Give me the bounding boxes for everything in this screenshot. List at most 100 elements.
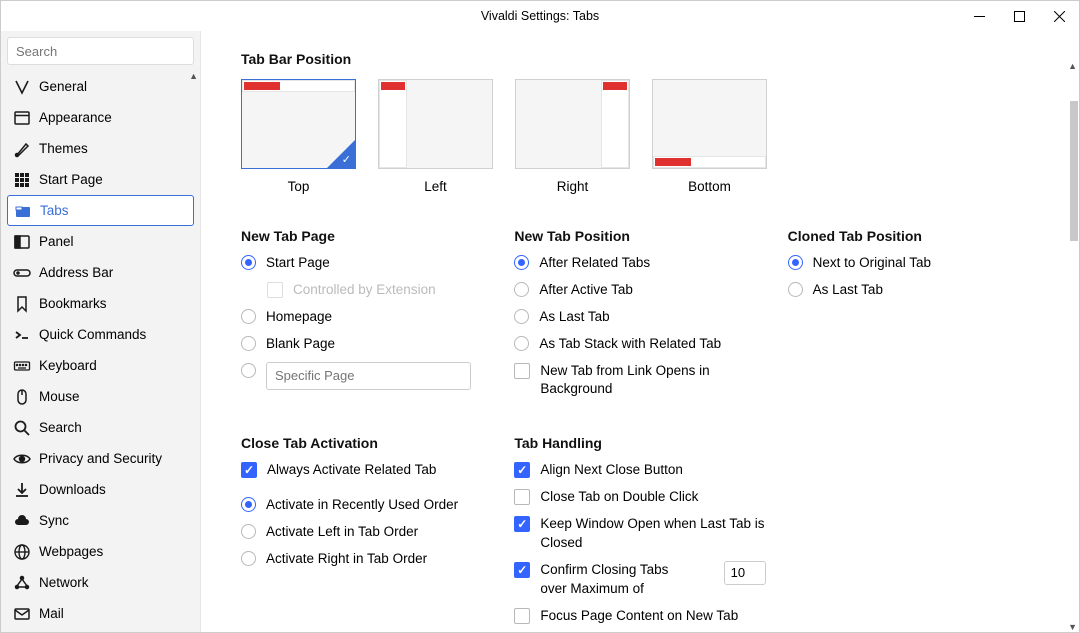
sidebar-item-keyboard[interactable]: Keyboard [7, 350, 194, 381]
sidebar-item-label: Sync [39, 513, 69, 528]
sidebar-item-label: Panel [39, 234, 74, 249]
radio-after-active-tab[interactable]: After Active Tab [514, 281, 765, 300]
specific-page-input[interactable] [266, 362, 471, 390]
option-label: Activate Right in Tab Order [266, 550, 427, 569]
checkbox-icon [514, 516, 530, 532]
window-icon [13, 109, 31, 127]
radio-start-page[interactable]: Start Page [241, 254, 492, 273]
radio-homepage[interactable]: Homepage [241, 308, 492, 327]
option-label: New Tab from Link Opens in Background [540, 362, 765, 400]
sidebar-items: General Appearance Themes Start Page Tab… [7, 71, 194, 632]
sidebar-item-network[interactable]: Network [7, 567, 194, 598]
minimize-button[interactable] [959, 1, 999, 31]
sidebar-item-search[interactable]: Search [7, 412, 194, 443]
tab-position-left[interactable]: Left [378, 79, 493, 194]
globe-icon [13, 543, 31, 561]
tab-position-right[interactable]: Right [515, 79, 630, 194]
sidebar-item-general[interactable]: General [7, 71, 194, 102]
network-icon [13, 574, 31, 592]
keyboard-icon [13, 357, 31, 375]
option-label: Confirm Closing Tabs over Maximum of [540, 561, 690, 599]
close-tab-activation-title: Close Tab Activation [241, 435, 492, 451]
option-label: Align Next Close Button [540, 461, 683, 480]
checkbox-focus-page-content[interactable]: Focus Page Content on New Tab [514, 607, 765, 626]
sidebar-item-label: Keyboard [39, 358, 97, 373]
option-label: Controlled by Extension [293, 281, 436, 300]
option-label: After Related Tabs [539, 254, 650, 273]
sidebar-item-label: Address Bar [39, 265, 113, 280]
option-label: Homepage [266, 308, 332, 327]
radio-icon [241, 336, 256, 351]
sidebar-item-start-page[interactable]: Start Page [7, 164, 194, 195]
radio-activate-left[interactable]: Activate Left in Tab Order [241, 523, 492, 542]
radio-icon [514, 255, 529, 270]
checkbox-controlled-by-extension: Controlled by Extension [267, 281, 492, 300]
vivaldi-icon [13, 78, 31, 96]
confirm-close-max-input[interactable] [724, 561, 766, 585]
sidebar-item-address-bar[interactable]: Address Bar [7, 257, 194, 288]
sidebar-item-tabs[interactable]: Tabs [7, 195, 194, 226]
tabs-icon [14, 202, 32, 220]
checkbox-close-on-double-click[interactable]: Close Tab on Double Click [514, 488, 765, 507]
sidebar-item-label: Network [39, 575, 89, 590]
scrollbar-thumb[interactable] [1070, 101, 1078, 241]
sidebar-item-label: Tabs [40, 203, 69, 218]
sidebar-item-bookmarks[interactable]: Bookmarks [7, 288, 194, 319]
search-input[interactable] [7, 37, 194, 65]
sidebar-item-label: Mouse [39, 389, 80, 404]
tab-position-top[interactable]: ✓ Top [241, 79, 356, 194]
sidebar-item-label: General [39, 79, 87, 94]
grid-icon [13, 171, 31, 189]
sidebar-item-mouse[interactable]: Mouse [7, 381, 194, 412]
new-tab-position-title: New Tab Position [514, 228, 765, 244]
radio-activate-right[interactable]: Activate Right in Tab Order [241, 550, 492, 569]
maximize-button[interactable] [999, 1, 1039, 31]
tab-bar-position-options: ✓ Top Left Right [241, 79, 1039, 194]
tab-position-bottom[interactable]: Bottom [652, 79, 767, 194]
sidebar-item-panel[interactable]: Panel [7, 226, 194, 257]
radio-icon [788, 255, 803, 270]
checkbox-link-opens-background[interactable]: New Tab from Link Opens in Background [514, 362, 765, 400]
sidebar-item-themes[interactable]: Themes [7, 133, 194, 164]
radio-cloned-as-last[interactable]: As Last Tab [788, 281, 1039, 300]
sidebar-item-downloads[interactable]: Downloads [7, 474, 194, 505]
radio-blank-page[interactable]: Blank Page [241, 335, 492, 354]
tab-preview-top: ✓ [241, 79, 356, 169]
tab-handling-section: Tab Handling Align Next Close Button Clo… [514, 435, 765, 632]
checkbox-icon [514, 462, 530, 478]
sidebar-item-appearance[interactable]: Appearance [7, 102, 194, 133]
content-scrollbar[interactable]: ▲ ▼ [1067, 61, 1079, 632]
sidebar-scroll-up[interactable]: ▲ [189, 71, 198, 81]
sidebar-item-quick-commands[interactable]: Quick Commands [7, 319, 194, 350]
sidebar-item-label: Start Page [39, 172, 103, 187]
radio-icon [241, 309, 256, 324]
radio-recently-used-order[interactable]: Activate in Recently Used Order [241, 496, 492, 515]
checkbox-icon [241, 462, 257, 478]
sidebar-item-label: Appearance [39, 110, 112, 125]
radio-next-to-original[interactable]: Next to Original Tab [788, 254, 1039, 273]
radio-specific-page[interactable] [241, 362, 492, 390]
radio-as-last-tab[interactable]: As Last Tab [514, 308, 765, 327]
sidebar-item-label: Themes [39, 141, 88, 156]
bookmark-icon [13, 295, 31, 313]
sidebar-item-sync[interactable]: Sync [7, 505, 194, 536]
option-label: As Tab Stack with Related Tab [539, 335, 721, 354]
tab-position-label: Top [288, 179, 310, 194]
radio-as-tab-stack[interactable]: As Tab Stack with Related Tab [514, 335, 765, 354]
sidebar-item-webpages[interactable]: Webpages [7, 536, 194, 567]
panel-icon [13, 233, 31, 251]
checkbox-icon [514, 562, 530, 578]
sidebar-item-privacy[interactable]: Privacy and Security [7, 443, 194, 474]
checkbox-always-activate-related[interactable]: Always Activate Related Tab [241, 461, 492, 480]
checkbox-keep-window-open[interactable]: Keep Window Open when Last Tab is Closed [514, 515, 765, 553]
sidebar-item-label: Privacy and Security [39, 451, 162, 466]
checkbox-align-close-button[interactable]: Align Next Close Button [514, 461, 765, 480]
checkbox-confirm-closing[interactable]: Confirm Closing Tabs over Maximum of [514, 561, 765, 599]
sidebar-item-label: Bookmarks [39, 296, 107, 311]
radio-icon [241, 551, 256, 566]
sidebar-item-mail[interactable]: Mail [7, 598, 194, 629]
sidebar-item-label: Search [39, 420, 82, 435]
close-button[interactable] [1039, 1, 1079, 31]
content-area: Tab Bar Position ✓ Top Left [201, 31, 1079, 632]
radio-after-related-tabs[interactable]: After Related Tabs [514, 254, 765, 273]
